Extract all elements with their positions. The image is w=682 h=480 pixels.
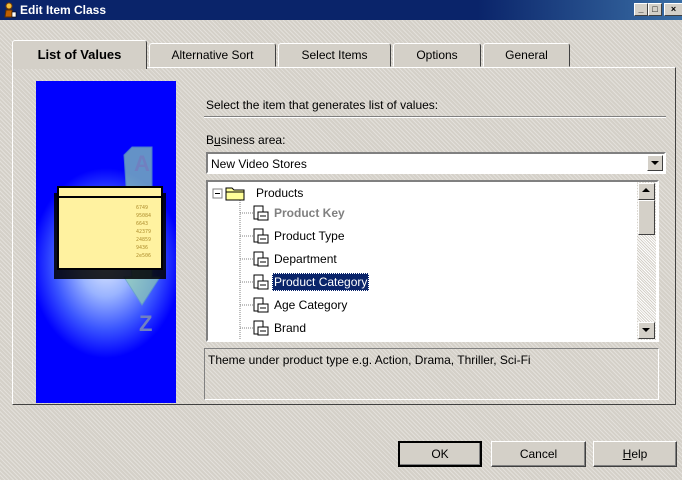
item-icon [253, 297, 269, 313]
business-area-label-text: Business area: [206, 133, 286, 147]
separator-line [204, 116, 666, 118]
item-icon [253, 205, 269, 221]
chevron-down-icon [642, 328, 650, 332]
tab-label: Options [416, 48, 458, 62]
help-label: Help [622, 447, 648, 461]
tab-label: Alternative Sort [171, 48, 254, 62]
window-title: Edit Item Class [20, 3, 107, 17]
close-button[interactable]: × [664, 3, 682, 16]
art-number: 6643 [136, 221, 148, 227]
tree-item-label: Age Category [274, 298, 348, 312]
tab-label: General [505, 48, 548, 62]
folder-icon [212, 187, 245, 201]
ok-button[interactable]: OK [398, 441, 482, 467]
tab-label: List of Values [37, 47, 122, 62]
business-area-dropdown[interactable]: New Video Stores [206, 152, 666, 174]
business-area-label: Business area: [206, 133, 285, 147]
art-number: 42379 [136, 229, 151, 235]
letter-z: Z [139, 311, 152, 336]
cancel-label: Cancel [519, 447, 558, 461]
item-icon [253, 274, 269, 290]
item-icon [253, 320, 269, 336]
description-text: Theme under product type e.g. Action, Dr… [208, 353, 531, 367]
tree-item-label: Department [274, 252, 337, 266]
tree-scrollbar[interactable] [637, 182, 656, 340]
item-tree[interactable]: Products Product Key Product Type Depart… [206, 180, 659, 342]
tab-alternative-sort[interactable]: Alternative Sort [149, 43, 276, 67]
business-area-value: New Video Stores [211, 157, 307, 171]
tab-select-items[interactable]: Select Items [278, 43, 391, 67]
tab-list-of-values[interactable]: List of Values [12, 40, 147, 69]
scroll-thumb[interactable] [638, 200, 655, 235]
art-number: 9436 [136, 245, 148, 251]
art-number: 24859 [136, 237, 151, 243]
chevron-down-icon [651, 161, 659, 165]
tab-options[interactable]: Options [393, 43, 481, 67]
ok-label: OK [431, 447, 449, 461]
help-button[interactable]: Help [593, 441, 677, 467]
tree-item-label: Brand [274, 321, 307, 335]
title-bar[interactable]: Edit Item Class _ □ × [0, 0, 682, 20]
tree-item-label: Product Key [274, 206, 345, 220]
letter-a: A [134, 151, 150, 176]
maximize-icon: □ [652, 4, 658, 14]
item-icon [253, 251, 269, 267]
chevron-up-icon [642, 188, 650, 192]
sort-graphic-icon: 6749 95084 6643 42379 24859 9436 2e506 A Z [54, 146, 166, 336]
instruction-text: Select the item that generates list of v… [206, 98, 439, 112]
maximize-button[interactable]: □ [648, 3, 662, 16]
scroll-up-button[interactable] [638, 183, 655, 200]
minimize-button[interactable]: _ [634, 3, 648, 16]
tab-general[interactable]: General [483, 43, 570, 67]
scroll-down-button[interactable] [638, 322, 655, 339]
cancel-button[interactable]: Cancel [491, 441, 586, 467]
tree-item-label: Product Type [274, 229, 345, 243]
close-icon: × [670, 4, 677, 14]
tree-item-label: Products [256, 186, 304, 200]
art-number: 2e506 [136, 253, 151, 259]
tree-item-label: Product Category [272, 273, 370, 291]
item-class-icon [4, 2, 17, 18]
item-description: Theme under product type e.g. Action, Dr… [204, 348, 659, 400]
dropdown-button[interactable] [647, 155, 663, 171]
tab-label: Select Items [301, 48, 368, 62]
list-of-values-illustration: 6749 95084 6643 42379 24859 9436 2e506 A Z [36, 81, 176, 403]
minimize-icon: _ [638, 4, 644, 14]
item-icon [253, 228, 269, 244]
art-number: 6749 [136, 205, 148, 211]
art-number: 95084 [136, 213, 151, 219]
